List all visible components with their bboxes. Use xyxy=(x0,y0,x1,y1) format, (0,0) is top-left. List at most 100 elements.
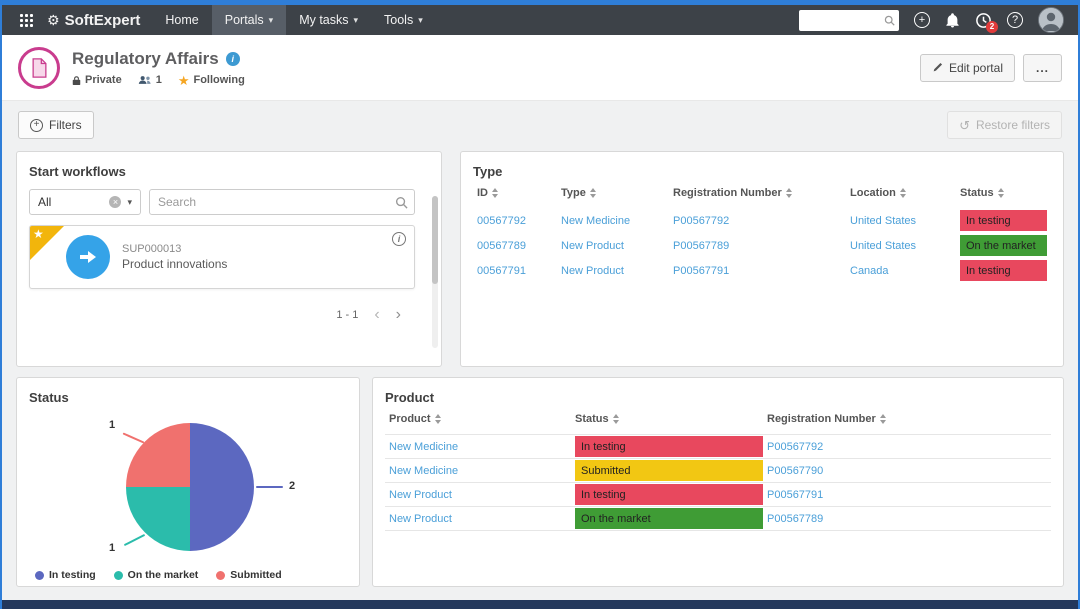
portal-icon xyxy=(18,46,60,89)
nav-item-my-tasks[interactable]: My tasks ▾ xyxy=(286,5,371,35)
product-link[interactable]: New Medicine xyxy=(389,441,458,453)
members-badge[interactable]: 1 xyxy=(138,74,162,86)
legend-item[interactable]: In testing xyxy=(35,569,96,581)
start-workflows-card: Start workflows All × ▾ ★ xyxy=(16,151,442,367)
star-icon: ★ xyxy=(177,72,190,88)
softexpert-brand[interactable]: ⚙ SoftExpert xyxy=(43,5,152,35)
workflow-texts: SUP000013 Product innovations xyxy=(122,243,227,271)
type-link[interactable]: New Product xyxy=(561,240,624,252)
type-card: Type ID Type Registration Number Locatio… xyxy=(460,151,1064,367)
id-link[interactable]: 00567792 xyxy=(477,215,526,227)
column-header-status[interactable]: Status xyxy=(956,179,1051,208)
status-badge: On the market xyxy=(575,508,763,529)
nav-item-home[interactable]: Home xyxy=(152,5,211,35)
apps-grid-icon xyxy=(20,13,33,27)
status-badge: Submitted xyxy=(575,460,763,481)
product-link[interactable]: New Product xyxy=(389,513,452,525)
lock-icon xyxy=(72,75,81,85)
registration-number-link[interactable]: P00567791 xyxy=(673,265,729,277)
apps-grid-button[interactable] xyxy=(10,5,43,35)
user-avatar[interactable] xyxy=(1038,7,1064,33)
restore-filters-label: Restore filters xyxy=(975,118,1050,132)
portal-header-text: Regulatory Affairs i Private 1 ★ Followi… xyxy=(72,49,245,87)
workflow-filter-dropdown[interactable]: All × ▾ xyxy=(29,189,141,215)
sort-icon[interactable] xyxy=(997,188,1004,199)
sort-icon[interactable] xyxy=(612,414,619,425)
workflow-search-input[interactable] xyxy=(150,190,414,214)
legend-item[interactable]: Submitted xyxy=(216,569,282,581)
nav-item-tools[interactable]: Tools ▾ xyxy=(371,5,436,35)
column-header-location[interactable]: Location xyxy=(846,179,956,208)
pagination-label: 1 - 1 xyxy=(336,309,359,321)
members-count: 1 xyxy=(155,74,162,86)
product-card: Product Product Status Registration Numb… xyxy=(372,377,1064,587)
column-header-id[interactable]: ID xyxy=(473,179,557,208)
workflow-search xyxy=(149,189,415,215)
bottom-bar xyxy=(2,600,1078,609)
restore-filters-button[interactable]: ↺ Restore filters xyxy=(947,111,1062,139)
nav-item-portals[interactable]: Portals ▾ xyxy=(211,5,287,35)
help-button[interactable]: ? xyxy=(1007,12,1023,28)
sort-icon[interactable] xyxy=(785,188,792,199)
location-link[interactable]: Canada xyxy=(850,265,889,277)
registration-number-link[interactable]: P00567789 xyxy=(767,513,823,525)
add-button[interactable]: + xyxy=(914,12,930,28)
registration-number-link[interactable]: P00567790 xyxy=(767,465,823,477)
scrollbar-thumb[interactable] xyxy=(432,196,438,284)
status-pie-chart[interactable] xyxy=(126,423,254,551)
edit-portal-button[interactable]: Edit portal xyxy=(919,53,1015,82)
type-table: ID Type Registration Number Location Sta… xyxy=(473,179,1051,283)
column-header-registration-number[interactable]: Registration Number xyxy=(763,405,1051,435)
info-icon[interactable]: i xyxy=(392,232,406,246)
id-link[interactable]: 00567791 xyxy=(477,265,526,277)
column-header-registration-number[interactable]: Registration Number xyxy=(669,179,846,208)
portal-header: Regulatory Affairs i Private 1 ★ Followi… xyxy=(2,35,1078,101)
info-icon[interactable]: i xyxy=(225,51,240,66)
column-header-type[interactable]: Type xyxy=(557,179,669,208)
question-icon: ? xyxy=(1007,12,1023,28)
chevron-down-icon: ▾ xyxy=(353,14,359,25)
location-link[interactable]: United States xyxy=(850,215,916,227)
sort-icon[interactable] xyxy=(434,414,441,425)
scrollbar-track[interactable] xyxy=(432,196,438,348)
type-link[interactable]: New Medicine xyxy=(561,215,630,227)
type-link[interactable]: New Product xyxy=(561,265,624,277)
prev-page-icon[interactable]: ‹ xyxy=(374,307,379,323)
column-header-status[interactable]: Status xyxy=(571,405,763,435)
workflow-item[interactable]: ★ SUP000013 Product innovations i xyxy=(29,225,415,289)
notifications-button[interactable] xyxy=(945,12,960,28)
portal-meta: Private 1 ★ Following xyxy=(72,74,245,87)
registration-number-link[interactable]: P00567792 xyxy=(767,441,823,453)
sort-icon[interactable] xyxy=(879,414,886,425)
sort-icon[interactable] xyxy=(589,188,596,199)
product-table: Product Status Registration Number New M… xyxy=(385,405,1051,531)
table-row: New Product In testing P00567791 xyxy=(385,482,1051,507)
registration-number-link[interactable]: P00567791 xyxy=(767,489,823,501)
pie-callout-line xyxy=(122,432,145,444)
table-header-row: ID Type Registration Number Location Sta… xyxy=(473,179,1051,208)
clear-icon[interactable]: × xyxy=(109,196,122,208)
location-link[interactable]: United States xyxy=(850,240,916,252)
sort-icon[interactable] xyxy=(492,188,498,199)
column-header-product[interactable]: Product xyxy=(385,405,571,435)
nav-item-label: Portals xyxy=(224,13,264,27)
bell-icon xyxy=(946,12,959,28)
id-link[interactable]: 00567789 xyxy=(477,240,526,252)
sort-icon[interactable] xyxy=(899,188,906,199)
more-options-button[interactable]: ... xyxy=(1022,53,1062,82)
pending-tasks-button[interactable]: 2 xyxy=(975,12,998,33)
next-page-icon[interactable]: › xyxy=(396,307,401,323)
status-badge: On the market xyxy=(960,235,1047,256)
registration-number-link[interactable]: P00567792 xyxy=(673,215,729,227)
product-link[interactable]: New Product xyxy=(389,489,452,501)
privacy-label: Private xyxy=(85,74,122,86)
product-link[interactable]: New Medicine xyxy=(389,465,458,477)
filters-button[interactable]: + Filters xyxy=(18,111,94,139)
following-badge[interactable]: ★ Following xyxy=(178,74,245,87)
table-header-row: Product Status Registration Number xyxy=(385,405,1051,435)
workflow-id: SUP000013 xyxy=(122,243,182,255)
legend-item[interactable]: On the market xyxy=(113,569,198,581)
registration-number-link[interactable]: P00567789 xyxy=(673,240,729,252)
edit-portal-label: Edit portal xyxy=(948,60,1003,75)
card-title: Product xyxy=(385,390,435,405)
